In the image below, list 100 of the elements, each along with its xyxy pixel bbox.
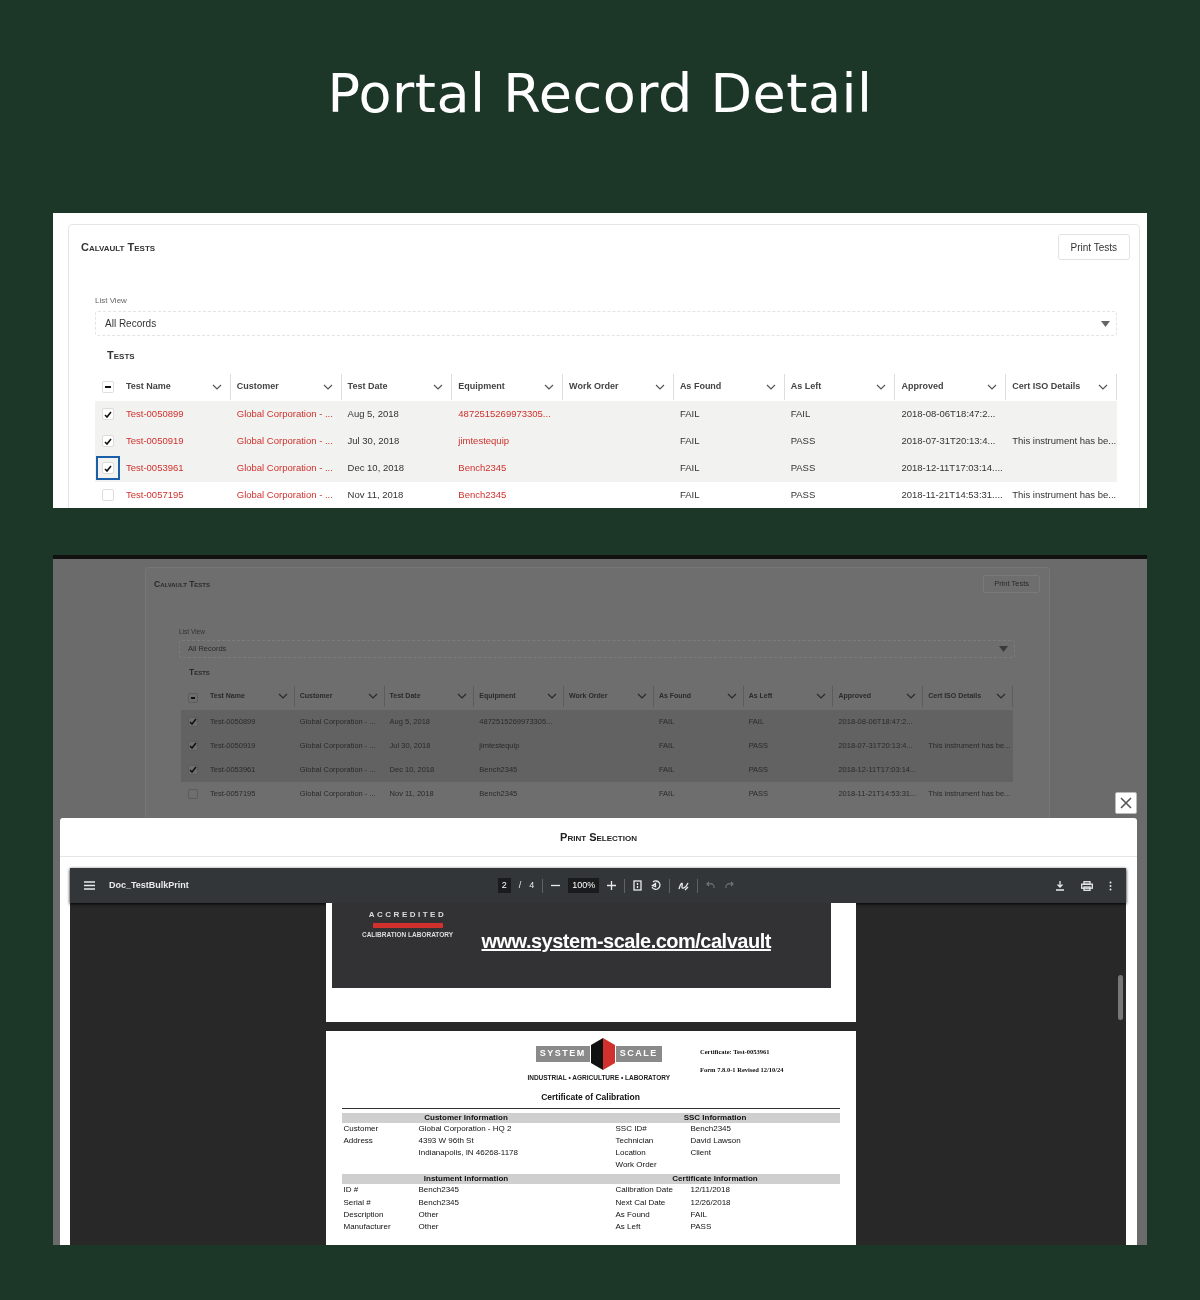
page-number-field[interactable]: 2 (497, 877, 511, 894)
table-cell-text: FAIL (790, 406, 811, 421)
record-link[interactable]: Test-0053961 (126, 460, 184, 476)
chevron-icon[interactable] (996, 693, 1006, 699)
record-link[interactable]: Bench2345 (458, 460, 507, 476)
row-checkbox[interactable] (188, 716, 198, 727)
select-all-checkbox[interactable] (188, 692, 198, 703)
column-header[interactable]: Equipment (452, 373, 564, 400)
field-label: Customer (343, 1122, 380, 1135)
badge-text: ACCREDITED (368, 909, 447, 921)
table-cell-text: FAIL (679, 406, 700, 421)
chevron-icon[interactable] (765, 383, 776, 390)
field-value: Bench2345 (418, 1196, 460, 1209)
record-link[interactable]: Global Corporation - ... (236, 433, 333, 449)
record-link[interactable]: Global Corporation - ... (236, 406, 333, 422)
table-cell-text: PASS (790, 487, 816, 502)
field-value: Bench2345 (418, 1184, 460, 1197)
record-link[interactable]: Global Corporation - ... (236, 460, 333, 476)
zoom-field[interactable]: 100% (568, 877, 600, 894)
column-header[interactable]: Customer (230, 373, 342, 400)
column-header[interactable]: Approved (895, 373, 1007, 400)
chevron-icon[interactable] (987, 383, 998, 390)
caret-icon (999, 645, 1008, 652)
record-link[interactable]: Test-0050919 (126, 433, 184, 449)
record-link[interactable]: Test-0057195 (126, 487, 184, 503)
section-title: SSC Information (682, 1112, 748, 1123)
page-icon (633, 880, 643, 891)
field-label: List View (95, 295, 128, 307)
print-tests-button[interactable]: Print Tests (1057, 234, 1130, 260)
rotate-button[interactable] (650, 880, 662, 891)
column-header[interactable]: As Left (784, 373, 896, 400)
fit-page-button[interactable] (633, 880, 643, 891)
table-cell-text: PASS (790, 433, 816, 448)
table-row[interactable]: Test-0053961 Global Corporation - ... Dec 10, 2018 Bench2345 FAIL PASS 2018-12-11T17:03:14.... (95, 454, 1117, 482)
card-title: Calvault Tests (154, 577, 211, 591)
row-checkbox[interactable] (188, 740, 198, 751)
chevron-icon[interactable] (1098, 383, 1108, 390)
column-header[interactable]: Test Name (120, 373, 231, 400)
field-value: Indianapolis, IN 46268-1178 (418, 1146, 519, 1159)
chevron-icon[interactable] (547, 693, 558, 699)
download-button[interactable] (1055, 880, 1065, 891)
table-row[interactable]: Test-0050919 Global Corporation - ... Jul 30, 2018 jimtestequip FAIL PASS 2018-07-31T20:13:4... This instrument has be... (95, 427, 1117, 455)
field-label: As Left (615, 1220, 642, 1233)
chevron-icon[interactable] (876, 383, 887, 390)
section-title: Tests (107, 348, 136, 363)
field-label: SSC ID# (615, 1122, 648, 1135)
table-cell-text: Nov 11, 2018 (347, 487, 404, 502)
caret-icon (1101, 320, 1110, 327)
row-checkbox[interactable] (188, 764, 198, 775)
chevron-icon[interactable] (544, 383, 555, 390)
field-value: Global Corporation - HQ 2 (418, 1122, 513, 1135)
chevron-icon[interactable] (906, 693, 917, 699)
column-header[interactable]: Work Order (563, 373, 674, 400)
column-header[interactable]: As Found (673, 373, 785, 400)
section-title: Instument Information (422, 1174, 510, 1185)
document-title: Certificate of Calibration (341, 1090, 840, 1109)
plus-icon (607, 881, 617, 890)
more-button[interactable] (1109, 880, 1112, 891)
chevron-icon[interactable] (322, 383, 333, 390)
list-view-select[interactable]: All Records (95, 311, 1117, 336)
chevron-icon[interactable] (277, 693, 288, 699)
record-link[interactable]: Test-0050899 (126, 406, 184, 422)
section-title: Customer Information (423, 1112, 509, 1123)
table-row[interactable]: Test-0057195 Global Corporation - ... Nov 11, 2018 Bench2345 FAIL PASS 2018-11-21T14:53:31.... This instrument has be... (95, 481, 1117, 508)
check-icon (103, 437, 112, 445)
close-button[interactable] (1115, 792, 1137, 814)
scrollbar-thumb[interactable] (1118, 975, 1123, 1020)
chevron-icon[interactable] (367, 693, 378, 699)
column-header[interactable]: Test Date (341, 373, 453, 400)
field-value: 12/26/2018 (690, 1196, 732, 1209)
redo-icon (724, 881, 735, 890)
table-row[interactable]: Test-0050899 Global Corporation - ... Aug 5, 2018 4872515269973305... FAIL FAIL 2018-08-06T18:47:2... (95, 400, 1117, 428)
zoom-in-button[interactable] (607, 881, 617, 890)
website-link[interactable]: www.system-scale.com/calvault (481, 926, 771, 956)
record-link[interactable]: Bench2345 (458, 487, 507, 503)
check-icon (189, 718, 197, 725)
annotate-button[interactable] (678, 880, 690, 891)
pen-icon (678, 880, 690, 891)
chevron-icon[interactable] (654, 383, 665, 390)
chevron-icon[interactable] (457, 693, 468, 699)
chevron-icon[interactable] (433, 383, 444, 390)
record-link[interactable]: 4872515269973305... (458, 406, 551, 422)
menu-icon (84, 881, 95, 890)
more-icon (1109, 880, 1112, 891)
menu-button[interactable] (84, 881, 95, 890)
chevron-icon[interactable] (211, 383, 222, 390)
column-header[interactable]: Cert ISO Details (1006, 373, 1117, 400)
record-link[interactable]: Global Corporation - ... (236, 487, 333, 503)
print-button[interactable] (1081, 880, 1093, 891)
close-icon (1120, 797, 1132, 809)
field-label: Work Order (615, 1159, 658, 1172)
record-link[interactable]: jimtestequip (458, 433, 510, 449)
field-value: David Lawson (690, 1134, 742, 1147)
chevron-icon[interactable] (636, 693, 647, 699)
hexagon-icon (589, 1037, 616, 1071)
table-cell-text: PASS (790, 460, 816, 475)
check-icon (103, 410, 112, 418)
chevron-icon[interactable] (816, 693, 827, 699)
page-title: Portal Record Detail (327, 61, 873, 127)
chevron-icon[interactable] (726, 693, 737, 699)
